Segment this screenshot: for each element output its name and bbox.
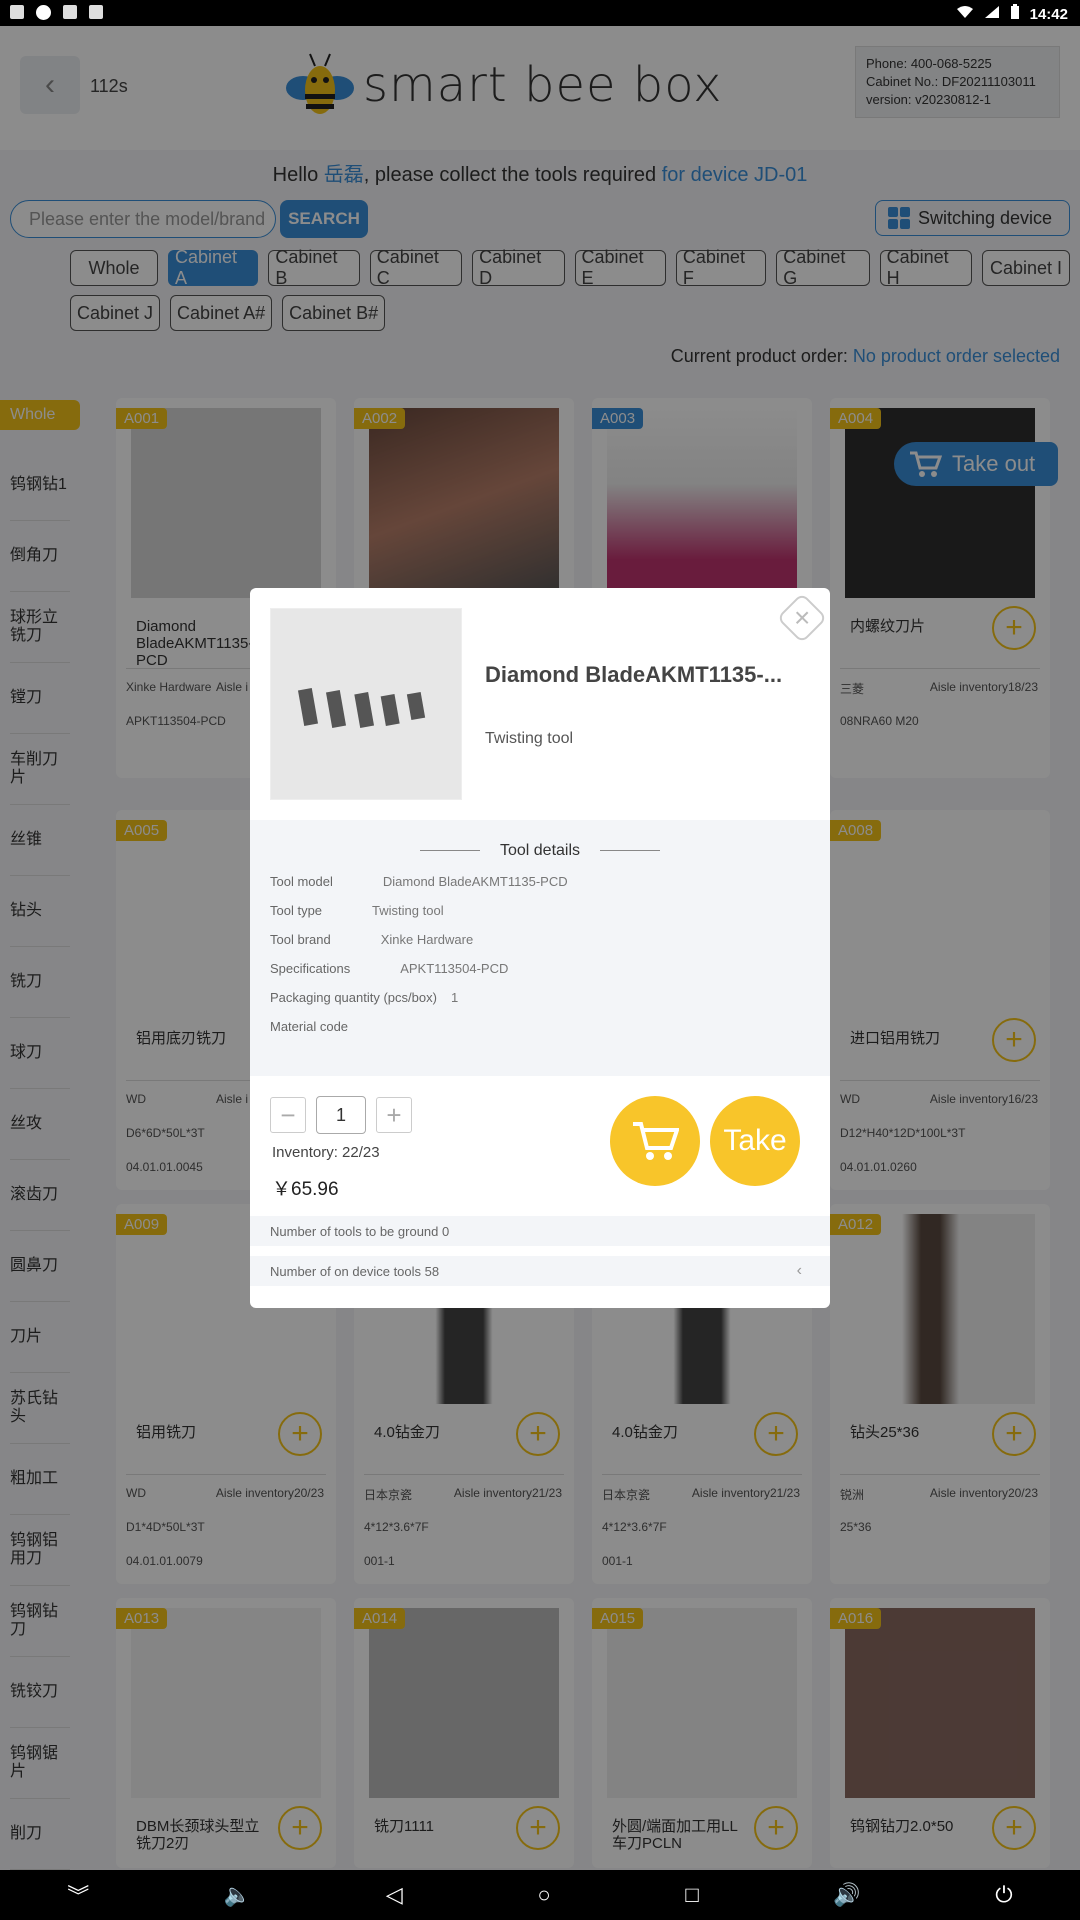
text-notification-icon — [89, 5, 103, 19]
detail-label: Tool model — [270, 874, 333, 889]
modal-title: Diamond BladeAKMT1135-... — [485, 662, 783, 687]
detail-row: Specifications APKT113504-PCD — [270, 961, 508, 976]
detail-row: Tool model Diamond BladeAKMT1135-PCD — [270, 874, 568, 889]
ondevice-value: 58 — [424, 1263, 440, 1279]
take-button[interactable]: Take — [710, 1096, 800, 1186]
power-icon[interactable]: ⏻ — [995, 1882, 1012, 1908]
quantity-value[interactable]: 1 — [316, 1096, 366, 1134]
close-button[interactable]: × — [776, 592, 828, 644]
image-notification-icon — [10, 5, 24, 19]
detail-label: Packaging quantity (pcs/box) — [270, 990, 437, 1005]
details-header: Tool details — [250, 842, 830, 860]
signal-icon — [984, 5, 1000, 23]
add-to-cart-button[interactable] — [610, 1096, 700, 1186]
ground-label: Number of tools to be ground — [270, 1223, 439, 1239]
detail-row: Material code — [270, 1019, 348, 1034]
inventory-value: 22/23 — [342, 1144, 380, 1161]
detail-row: Packaging quantity (pcs/box) 1 — [270, 990, 458, 1005]
product-thumbnail — [270, 608, 462, 800]
ground-value: 0 — [442, 1223, 450, 1239]
wifi-icon — [956, 5, 974, 23]
detail-value: APKT113504-PCD — [400, 961, 509, 976]
on-device-tools[interactable]: Number of on device tools 58 ‹ — [250, 1256, 830, 1286]
detail-label: Specifications — [270, 961, 351, 976]
home-icon[interactable]: ○ — [537, 1882, 550, 1908]
modal-subtitle: Twisting tool — [485, 730, 574, 747]
android-nav-bar: ︾ 🔈 ◁ ○ □ 🔊 ⏻ — [0, 1870, 1080, 1920]
detail-value: Xinke Hardware — [380, 932, 474, 947]
inventory: Inventory: 22/23 — [272, 1144, 380, 1161]
volume-down-icon[interactable]: 🔈 — [224, 1882, 251, 1908]
detail-value: Twisting tool — [372, 903, 444, 918]
detail-label: Material code — [270, 1019, 349, 1034]
tool-details: Tool details Tool model Diamond BladeAKMT… — [250, 820, 830, 1076]
quantity-stepper: − 1 + — [270, 1096, 412, 1134]
clock: 14:42 — [1029, 5, 1068, 23]
price: ￥65.96 — [272, 1179, 339, 1200]
decrement-button[interactable]: − — [270, 1097, 306, 1133]
blade-image-icon — [297, 688, 426, 728]
circle-notification-icon — [36, 5, 51, 20]
square-notification-icon — [63, 5, 77, 19]
increment-button[interactable]: + — [376, 1097, 412, 1133]
tools-to-be-ground: Number of tools to be ground 0 — [250, 1216, 830, 1246]
inventory-label: Inventory: — [272, 1144, 338, 1161]
ondevice-label: Number of on device tools — [270, 1263, 422, 1279]
detail-row: Tool brand Xinke Hardware — [270, 932, 473, 947]
close-icon: × — [793, 601, 811, 633]
detail-value: Diamond BladeAKMT1135-PCD — [382, 874, 568, 889]
battery-icon — [1010, 4, 1020, 24]
cart-icon — [633, 1122, 679, 1160]
recents-icon[interactable]: □ — [685, 1882, 698, 1908]
detail-label: Tool brand — [270, 932, 331, 947]
chevron-left-icon: ‹ — [796, 1262, 802, 1279]
product-detail-modal: × Diamond BladeAKMT1135-... Twisting too… — [250, 588, 830, 1308]
detail-label: Tool type — [270, 903, 323, 918]
details-header-label: Tool details — [499, 842, 581, 859]
detail-value: 1 — [450, 990, 459, 1005]
back-icon[interactable]: ◁ — [386, 1882, 403, 1908]
status-bar: 14:42 — [0, 0, 1080, 26]
detail-row: Tool type Twisting tool — [270, 903, 444, 918]
volume-up-icon[interactable]: 🔊 — [833, 1882, 860, 1908]
expand-icon[interactable]: ︾ — [67, 1879, 89, 1911]
